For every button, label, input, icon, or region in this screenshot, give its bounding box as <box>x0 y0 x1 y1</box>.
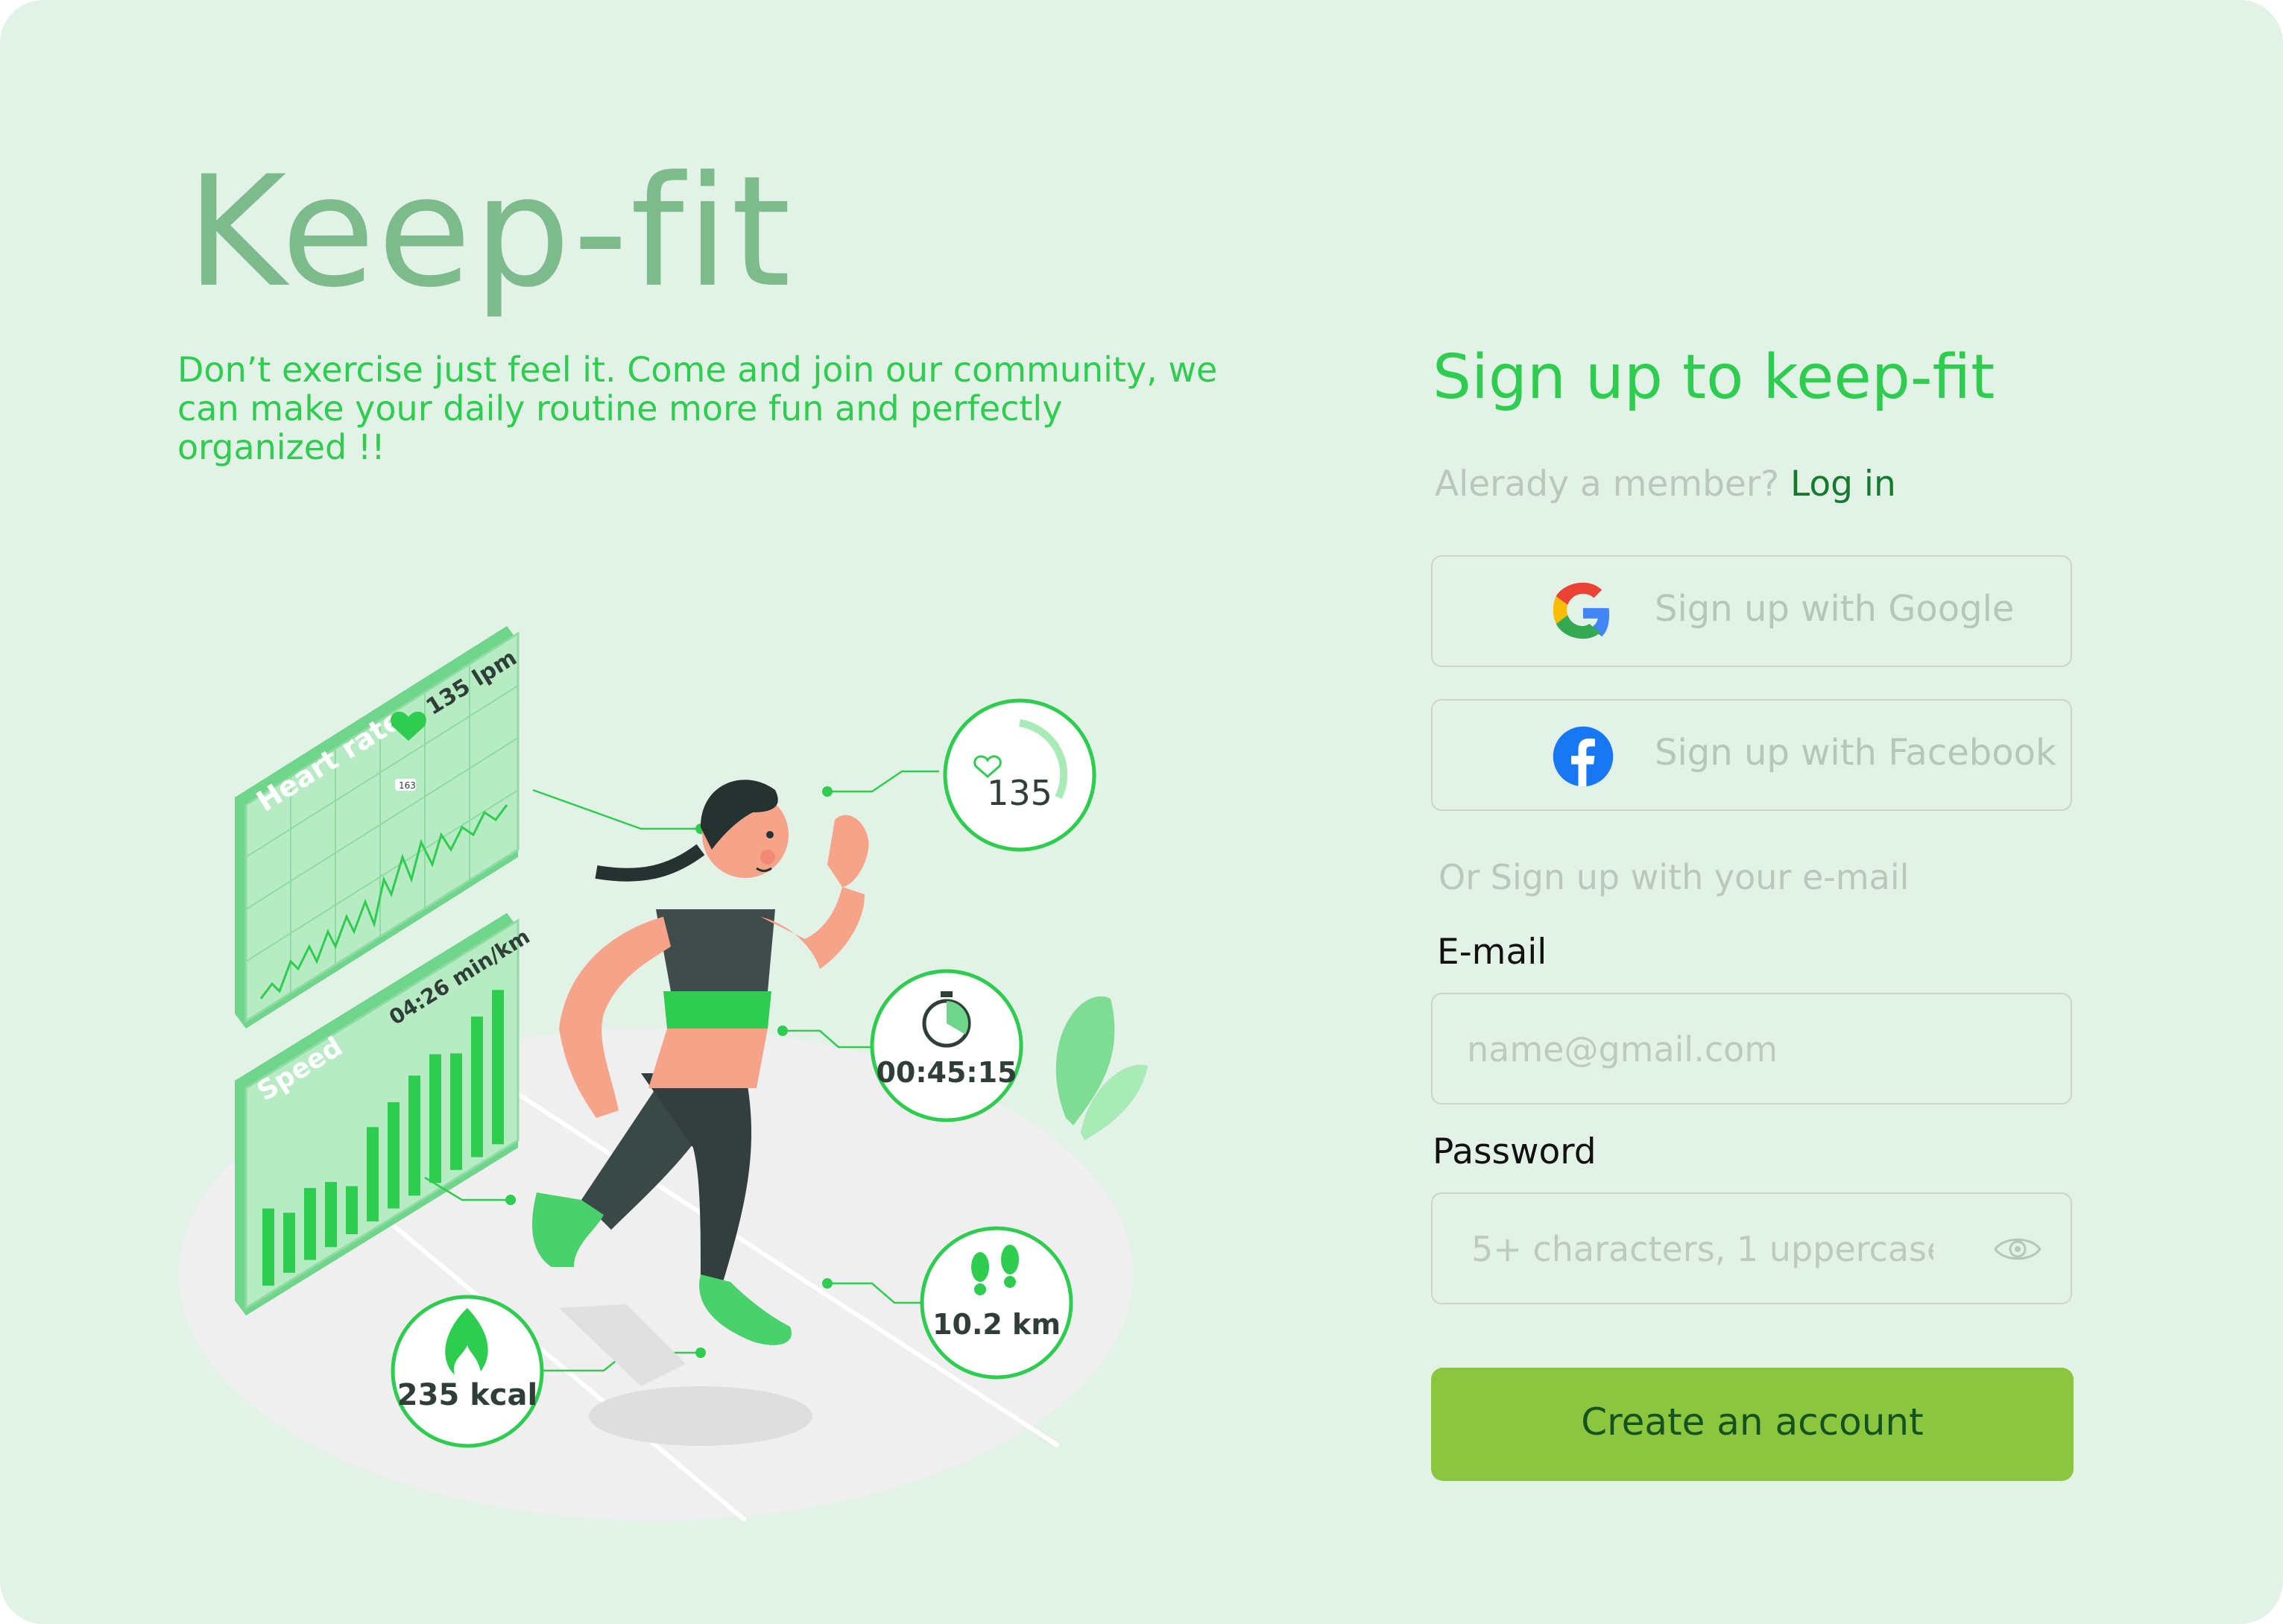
speed-bar <box>304 1187 316 1260</box>
email-field[interactable] <box>1431 993 2072 1105</box>
speed-bar <box>450 1053 462 1170</box>
facebook-signup-label: Sign up with Facebook <box>1655 732 2056 774</box>
member-prompt-text: Alerady a member? <box>1435 464 1780 505</box>
facebook-icon <box>1553 726 1614 787</box>
timer-value: 00:45:15 <box>876 1056 1017 1089</box>
google-signup-label: Sign up with Google <box>1655 588 2015 630</box>
google-signup-button[interactable]: Sign up with Google <box>1431 555 2072 667</box>
speed-bar <box>325 1181 337 1248</box>
signup-title: Sign up to keep-fit <box>1433 342 1995 413</box>
password-input[interactable] <box>1470 1222 1935 1276</box>
runner-illustration: Heart rate 135 lpm 163 Speed 04:26 min/k… <box>179 626 1148 1523</box>
eye-icon[interactable] <box>1993 1233 2042 1266</box>
pulse-value: 135 <box>987 773 1052 813</box>
email-input[interactable] <box>1465 1023 1990 1076</box>
password-field[interactable] <box>1431 1192 2072 1304</box>
email-divider-text: Or Sign up with your e-mail <box>1439 857 1910 897</box>
speed-bar <box>388 1102 400 1209</box>
distance-badge: 10.2 km <box>920 1226 1073 1380</box>
login-link[interactable]: Log in <box>1790 464 1896 505</box>
pulse-badge: 135 <box>943 698 1096 852</box>
calories-badge: 235 kcal <box>391 1295 544 1448</box>
speed-bar <box>429 1054 441 1184</box>
heart-rate-peak: 163 <box>399 780 416 791</box>
brand-title: Keep-fit <box>186 144 794 321</box>
speed-bar <box>492 990 504 1145</box>
create-account-button[interactable]: Create an account <box>1431 1368 2074 1481</box>
speed-bar <box>471 1016 483 1157</box>
password-label: Password <box>1433 1131 1597 1172</box>
speed-bar <box>262 1208 274 1286</box>
speed-bar <box>367 1127 379 1222</box>
google-icon <box>1553 582 1609 639</box>
distance-value: 10.2 km <box>932 1308 1061 1341</box>
plant-decoration <box>1055 996 1148 1140</box>
create-account-label: Create an account <box>1581 1400 1924 1444</box>
speed-bar <box>408 1075 420 1196</box>
calories-value: 235 kcal <box>397 1378 537 1412</box>
timer-badge: 00:45:15 <box>870 969 1023 1122</box>
speed-bar <box>283 1213 295 1273</box>
speed-bar <box>346 1186 358 1235</box>
signup-page: Keep-fit Don’t exercise just feel it. Co… <box>0 0 2283 1624</box>
brand-tagline: Don’t exercise just feel it. Come and jo… <box>177 350 1218 467</box>
facebook-signup-button[interactable]: Sign up with Facebook <box>1431 699 2072 811</box>
member-prompt: Alerady a member? Log in <box>1435 464 1896 505</box>
email-label: E-mail <box>1437 932 1547 973</box>
